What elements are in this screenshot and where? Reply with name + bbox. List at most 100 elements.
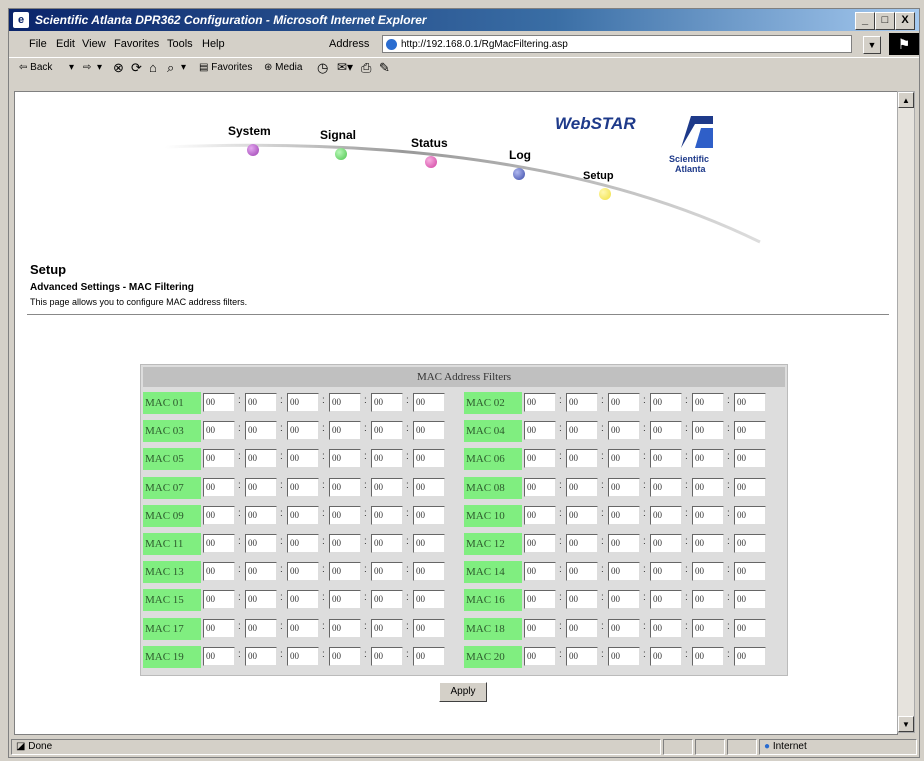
mac-octet-input[interactable]: 00 bbox=[371, 590, 403, 610]
mac-octet-input[interactable]: 00 bbox=[203, 393, 235, 412]
address-input[interactable]: http://192.168.0.1/RgMacFiltering.asp bbox=[382, 35, 852, 53]
mac-octet-input[interactable]: 00 bbox=[413, 646, 445, 666]
mac-octet-input[interactable]: 00 bbox=[413, 449, 445, 469]
mac-octet-input[interactable]: 00 bbox=[203, 449, 235, 469]
mac-octet-input[interactable]: 00 bbox=[692, 421, 724, 441]
mac-octet-input[interactable]: 00 bbox=[329, 421, 361, 441]
mac-octet-input[interactable]: 00 bbox=[413, 590, 445, 610]
mac-octet-input[interactable]: 00 bbox=[566, 562, 598, 582]
mac-octet-input[interactable]: 00 bbox=[203, 590, 235, 610]
menu-file[interactable]: File bbox=[29, 38, 47, 50]
menu-edit[interactable]: Edit bbox=[56, 38, 75, 50]
mac-octet-input[interactable]: 00 bbox=[524, 534, 556, 553]
search-dropdown-icon[interactable]: ▾ bbox=[181, 62, 186, 73]
nav-signal-dot[interactable] bbox=[335, 148, 347, 160]
mac-octet-input[interactable]: 00 bbox=[524, 646, 556, 666]
mac-octet-input[interactable]: 00 bbox=[287, 505, 319, 525]
search-icon[interactable]: ⌕ bbox=[167, 60, 174, 76]
scroll-down-icon[interactable]: ▼ bbox=[898, 716, 914, 732]
mac-octet-input[interactable]: 00 bbox=[371, 449, 403, 469]
mac-octet-input[interactable]: 00 bbox=[692, 477, 724, 497]
minimize-button[interactable]: _ bbox=[855, 12, 875, 30]
mac-octet-input[interactable]: 00 bbox=[371, 646, 403, 666]
mac-octet-input[interactable]: 00 bbox=[371, 477, 403, 497]
mac-octet-input[interactable]: 00 bbox=[329, 618, 361, 638]
mac-octet-input[interactable]: 00 bbox=[608, 618, 640, 638]
mac-octet-input[interactable]: 00 bbox=[287, 590, 319, 610]
edit-icon[interactable]: ✎ bbox=[379, 60, 390, 76]
mac-octet-input[interactable]: 00 bbox=[608, 562, 640, 582]
mac-octet-input[interactable]: 00 bbox=[329, 449, 361, 469]
stop-icon[interactable]: ⊗ bbox=[113, 60, 124, 76]
mac-octet-input[interactable]: 00 bbox=[203, 421, 235, 441]
mac-octet-input[interactable]: 00 bbox=[566, 449, 598, 469]
mac-octet-input[interactable]: 00 bbox=[650, 534, 682, 553]
mac-octet-input[interactable]: 00 bbox=[650, 646, 682, 666]
history-icon[interactable]: ◷ bbox=[317, 60, 328, 76]
mac-octet-input[interactable]: 00 bbox=[287, 646, 319, 666]
mac-octet-input[interactable]: 00 bbox=[245, 449, 277, 469]
menu-view[interactable]: View bbox=[82, 38, 106, 50]
mac-octet-input[interactable]: 00 bbox=[566, 421, 598, 441]
mac-octet-input[interactable]: 00 bbox=[524, 477, 556, 497]
mac-octet-input[interactable]: 00 bbox=[692, 505, 724, 525]
vertical-scrollbar[interactable]: ▲ ▼ bbox=[897, 91, 915, 733]
mac-octet-input[interactable]: 00 bbox=[566, 393, 598, 412]
mac-octet-input[interactable]: 00 bbox=[734, 562, 766, 582]
mac-octet-input[interactable]: 00 bbox=[371, 618, 403, 638]
mac-octet-input[interactable]: 00 bbox=[413, 618, 445, 638]
mac-octet-input[interactable]: 00 bbox=[524, 590, 556, 610]
mac-octet-input[interactable]: 00 bbox=[329, 562, 361, 582]
mail-icon[interactable]: ✉▾ bbox=[337, 60, 353, 74]
mac-octet-input[interactable]: 00 bbox=[734, 477, 766, 497]
mac-octet-input[interactable]: 00 bbox=[566, 477, 598, 497]
mac-octet-input[interactable]: 00 bbox=[203, 618, 235, 638]
mac-octet-input[interactable]: 00 bbox=[287, 477, 319, 497]
mac-octet-input[interactable]: 00 bbox=[692, 393, 724, 412]
mac-octet-input[interactable]: 00 bbox=[371, 393, 403, 412]
mac-octet-input[interactable]: 00 bbox=[413, 421, 445, 441]
mac-octet-input[interactable]: 00 bbox=[734, 534, 766, 553]
mac-octet-input[interactable]: 00 bbox=[524, 421, 556, 441]
mac-octet-input[interactable]: 00 bbox=[287, 618, 319, 638]
mac-octet-input[interactable]: 00 bbox=[608, 534, 640, 553]
mac-octet-input[interactable]: 00 bbox=[329, 646, 361, 666]
mac-octet-input[interactable]: 00 bbox=[245, 534, 277, 553]
mac-octet-input[interactable]: 00 bbox=[650, 421, 682, 441]
mac-octet-input[interactable]: 00 bbox=[650, 393, 682, 412]
nav-setup[interactable]: Setup bbox=[583, 170, 614, 182]
mac-octet-input[interactable]: 00 bbox=[413, 534, 445, 553]
mac-octet-input[interactable]: 00 bbox=[650, 449, 682, 469]
favorites-button[interactable]: ▤ Favorites bbox=[199, 62, 252, 73]
mac-octet-input[interactable]: 00 bbox=[734, 421, 766, 441]
mac-octet-input[interactable]: 00 bbox=[650, 505, 682, 525]
mac-octet-input[interactable]: 00 bbox=[524, 618, 556, 638]
mac-octet-input[interactable]: 00 bbox=[650, 477, 682, 497]
nav-system-dot[interactable] bbox=[247, 144, 259, 156]
mac-octet-input[interactable]: 00 bbox=[566, 505, 598, 525]
mac-octet-input[interactable]: 00 bbox=[371, 562, 403, 582]
mac-octet-input[interactable]: 00 bbox=[608, 393, 640, 412]
forward-button[interactable]: ⇨ bbox=[83, 62, 91, 73]
mac-octet-input[interactable]: 00 bbox=[608, 449, 640, 469]
mac-octet-input[interactable]: 00 bbox=[287, 449, 319, 469]
mac-octet-input[interactable]: 00 bbox=[287, 534, 319, 553]
nav-setup-dot[interactable] bbox=[599, 188, 611, 200]
mac-octet-input[interactable]: 00 bbox=[608, 590, 640, 610]
mac-octet-input[interactable]: 00 bbox=[734, 505, 766, 525]
mac-octet-input[interactable]: 00 bbox=[692, 646, 724, 666]
mac-octet-input[interactable]: 00 bbox=[524, 505, 556, 525]
mac-octet-input[interactable]: 00 bbox=[329, 393, 361, 412]
nav-log-dot[interactable] bbox=[513, 168, 525, 180]
mac-octet-input[interactable]: 00 bbox=[329, 590, 361, 610]
mac-octet-input[interactable]: 00 bbox=[203, 646, 235, 666]
mac-octet-input[interactable]: 00 bbox=[608, 421, 640, 441]
mac-octet-input[interactable]: 00 bbox=[692, 590, 724, 610]
mac-octet-input[interactable]: 00 bbox=[524, 449, 556, 469]
nav-log[interactable]: Log bbox=[509, 148, 531, 162]
mac-octet-input[interactable]: 00 bbox=[650, 590, 682, 610]
mac-octet-input[interactable]: 00 bbox=[692, 618, 724, 638]
menu-help[interactable]: Help bbox=[202, 38, 225, 50]
mac-octet-input[interactable]: 00 bbox=[734, 449, 766, 469]
mac-octet-input[interactable]: 00 bbox=[734, 618, 766, 638]
